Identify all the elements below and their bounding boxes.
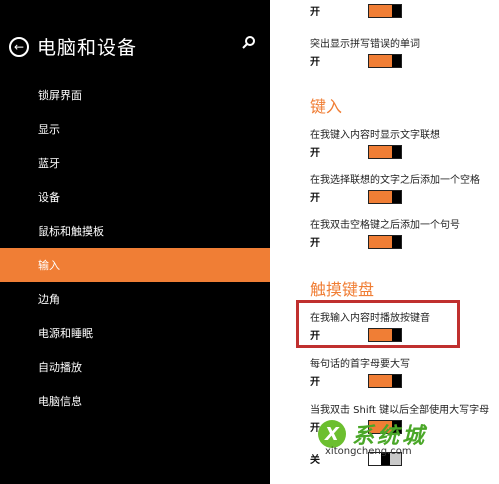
sidebar-item-bluetooth[interactable]: 蓝牙: [0, 146, 270, 180]
sidebar-item-label: 自动播放: [38, 361, 82, 374]
sidebar-item-autoplay[interactable]: 自动播放: [0, 350, 270, 384]
toggle-switch[interactable]: [368, 373, 402, 388]
setting-spell-highlight: 突出显示拼写错误的单词 开: [310, 35, 420, 68]
sidebar-nav: 锁屏界面 显示 蓝牙 设备 鼠标和触摸板 输入 边角 电源和睡眠 自动播放 电脑…: [0, 78, 270, 418]
setting-label: 在我选择联想的文字之后添加一个空格: [310, 175, 480, 186]
sidebar-item-lock-screen[interactable]: 锁屏界面: [0, 78, 270, 112]
sidebar-item-label: 显示: [38, 123, 60, 136]
sidebar-item-label: 蓝牙: [38, 157, 60, 170]
back-arrow-icon[interactable]: ←: [9, 36, 29, 57]
toggle-switch[interactable]: [368, 234, 402, 249]
sidebar-item-power-sleep[interactable]: 电源和睡眠: [0, 316, 270, 350]
sidebar-item-label: 输入: [38, 259, 60, 272]
sidebar-header: ← 电脑和设备: [9, 33, 137, 60]
sidebar-item-mouse-touchpad[interactable]: 鼠标和触摸板: [0, 214, 270, 248]
setting-top: 开: [310, 3, 402, 18]
sidebar-item-label: 电脑信息: [38, 395, 82, 408]
setting-label: 突出显示拼写错误的单词: [310, 39, 420, 50]
toggle-switch[interactable]: [368, 144, 402, 159]
sidebar-item-devices[interactable]: 设备: [0, 180, 270, 214]
sidebar-item-label: 鼠标和触摸板: [38, 225, 104, 238]
toggle-switch[interactable]: [368, 189, 402, 204]
sidebar-item-label: 设备: [38, 191, 60, 204]
watermark-logo-icon: X: [318, 420, 346, 448]
setting-label: 当我双击 Shift 键以后全部使用大写字母: [310, 405, 490, 416]
sidebar-item-corners[interactable]: 边角: [0, 282, 270, 316]
section-title-typing: 键入: [310, 97, 343, 116]
setting-capitalize: 每句话的首字母要大写 开: [310, 355, 410, 388]
highlight-box: [296, 300, 460, 348]
setting-label: 在我双击空格键之后添加一个句号: [310, 220, 460, 231]
sidebar-title: 电脑和设备: [37, 37, 138, 59]
toggle-state: 开: [310, 238, 320, 249]
search-icon[interactable]: [239, 33, 259, 53]
sidebar-item-label: 锁屏界面: [38, 89, 82, 102]
setting-add-space: 在我选择联想的文字之后添加一个空格 开: [310, 171, 480, 204]
toggle-state: 开: [310, 148, 320, 159]
toggle-state: 开: [310, 193, 320, 204]
sidebar-item-label: 电源和睡眠: [38, 327, 93, 340]
sidebar-item-label: 边角: [38, 293, 60, 306]
section-title-touch-keyboard: 触摸键盘: [310, 280, 375, 299]
sidebar-item-display[interactable]: 显示: [0, 112, 270, 146]
sidebar-item-pc-info[interactable]: 电脑信息: [0, 384, 270, 418]
setting-text-suggestions: 在我键入内容时显示文字联想 开: [310, 126, 440, 159]
setting-double-space-period: 在我双击空格键之后添加一个句号 开: [310, 216, 460, 249]
toggle-state: 开: [310, 377, 320, 388]
toggle-switch[interactable]: [368, 3, 402, 18]
setting-label: 在我键入内容时显示文字联想: [310, 130, 440, 141]
sidebar-item-typing[interactable]: 输入: [0, 248, 270, 282]
sidebar: ← 电脑和设备 锁屏界面 显示 蓝牙 设备 鼠标和触摸板 输入 边角 电源和睡眠…: [0, 0, 270, 484]
setting-label: 每句话的首字母要大写: [310, 359, 410, 370]
toggle-state: 开: [310, 57, 320, 68]
watermark-url: xitongcheng.com: [325, 446, 412, 457]
toggle-switch[interactable]: [368, 53, 402, 68]
toggle-state: 开: [310, 7, 320, 18]
